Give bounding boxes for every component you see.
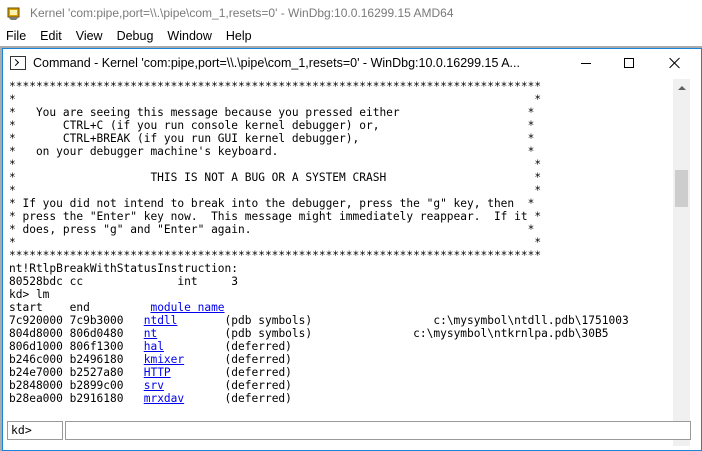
banner-border: ****************************************… bbox=[9, 80, 542, 93]
kd-prompt: kd> bbox=[7, 421, 63, 440]
banner-line: * * bbox=[9, 158, 542, 171]
banner-line: * on your debugger machine's keyboard. * bbox=[9, 145, 535, 158]
command-input-row: kd> bbox=[7, 420, 693, 441]
module-row: b28ea000 b2916180 mrxdav (deferred) bbox=[9, 392, 292, 405]
module-row: 806d1000 806f1300 hal (deferred) bbox=[9, 340, 292, 353]
debug-line: 80528bdc cc int 3 bbox=[9, 275, 239, 288]
maximize-button[interactable] bbox=[606, 49, 652, 77]
module-row: b2848000 b2899c00 srv (deferred) bbox=[9, 379, 292, 392]
module-list-header: start end module name bbox=[9, 301, 225, 314]
banner-line: * * bbox=[9, 236, 542, 249]
close-button[interactable] bbox=[652, 49, 698, 77]
menu-edit[interactable]: Edit bbox=[33, 26, 69, 46]
module-link[interactable]: nt bbox=[144, 327, 157, 340]
banner-line: * THIS IS NOT A BUG OR A SYSTEM CRASH * bbox=[9, 171, 542, 184]
module-link[interactable]: HTTP bbox=[144, 366, 171, 379]
banner-line: * CTRL+BREAK (if you run GUI kernel debu… bbox=[9, 132, 535, 145]
module-row: 7c920000 7c9b3000 ntdll (pdb symbols) c:… bbox=[9, 314, 629, 327]
command-window-title: Command - Kernel 'com:pipe,port=\\.\pipe… bbox=[33, 56, 520, 70]
minimize-icon bbox=[581, 62, 591, 64]
vertical-scrollbar[interactable] bbox=[673, 79, 690, 446]
module-link[interactable]: ntdll bbox=[144, 314, 178, 327]
module-name-header-link[interactable]: module name bbox=[150, 301, 224, 314]
arrow-up-icon bbox=[677, 85, 686, 90]
banner-line: * press the "Enter" key now. This messag… bbox=[9, 210, 542, 223]
module-row: b24e7000 b2527a80 HTTP (deferred) bbox=[9, 366, 292, 379]
scroll-up-button[interactable] bbox=[673, 79, 690, 96]
minimize-button[interactable] bbox=[563, 49, 609, 77]
scrollbar-thumb[interactable] bbox=[675, 170, 688, 207]
module-link[interactable]: mrxdav bbox=[144, 392, 184, 405]
output-text: ****************************************… bbox=[9, 80, 673, 405]
banner-line: * CTRL+C (if you run console kernel debu… bbox=[9, 119, 535, 132]
banner-line: * does, press "g" and "Enter" again. * bbox=[9, 223, 535, 236]
module-link[interactable]: srv bbox=[144, 379, 164, 392]
maximize-icon bbox=[624, 58, 634, 68]
module-row: 804d8000 806d0480 nt (pdb symbols) c:\my… bbox=[9, 327, 609, 340]
command-window-title-bar[interactable]: Command - Kernel 'com:pipe,port=\\.\pipe… bbox=[3, 49, 701, 77]
menu-bar: File Edit View Debug Window Help bbox=[0, 26, 702, 46]
menu-file[interactable]: File bbox=[0, 26, 33, 46]
debugger-output[interactable]: ****************************************… bbox=[9, 79, 673, 446]
close-icon bbox=[669, 57, 681, 69]
banner-line: * * bbox=[9, 93, 542, 106]
menu-debug[interactable]: Debug bbox=[110, 26, 161, 46]
menu-view[interactable]: View bbox=[69, 26, 110, 46]
module-link[interactable]: kmixer bbox=[144, 353, 184, 366]
app-title: Kernel 'com:pipe,port=\\.\pipe\com_1,res… bbox=[30, 6, 454, 20]
module-link[interactable]: hal bbox=[144, 340, 164, 353]
banner-line: * You are seeing this message because yo… bbox=[9, 106, 535, 119]
debug-line: nt!RtlpBreakWithStatusInstruction: bbox=[9, 262, 239, 275]
command-prompt-icon bbox=[10, 56, 26, 70]
menu-help[interactable]: Help bbox=[219, 26, 259, 46]
banner-line: * If you did not intend to break into th… bbox=[9, 197, 535, 210]
module-row: b246c000 b2496180 kmixer (deferred) bbox=[9, 353, 292, 366]
debug-line: kd> lm bbox=[9, 288, 50, 301]
command-window: Command - Kernel 'com:pipe,port=\\.\pipe… bbox=[2, 48, 702, 451]
command-input[interactable] bbox=[65, 421, 691, 440]
menu-window[interactable]: Window bbox=[160, 26, 218, 46]
banner-line: * * bbox=[9, 184, 542, 197]
banner-border: ****************************************… bbox=[9, 249, 542, 262]
windbg-app-icon bbox=[6, 5, 22, 21]
app-title-bar[interactable]: Kernel 'com:pipe,port=\\.\pipe\com_1,res… bbox=[0, 0, 702, 26]
